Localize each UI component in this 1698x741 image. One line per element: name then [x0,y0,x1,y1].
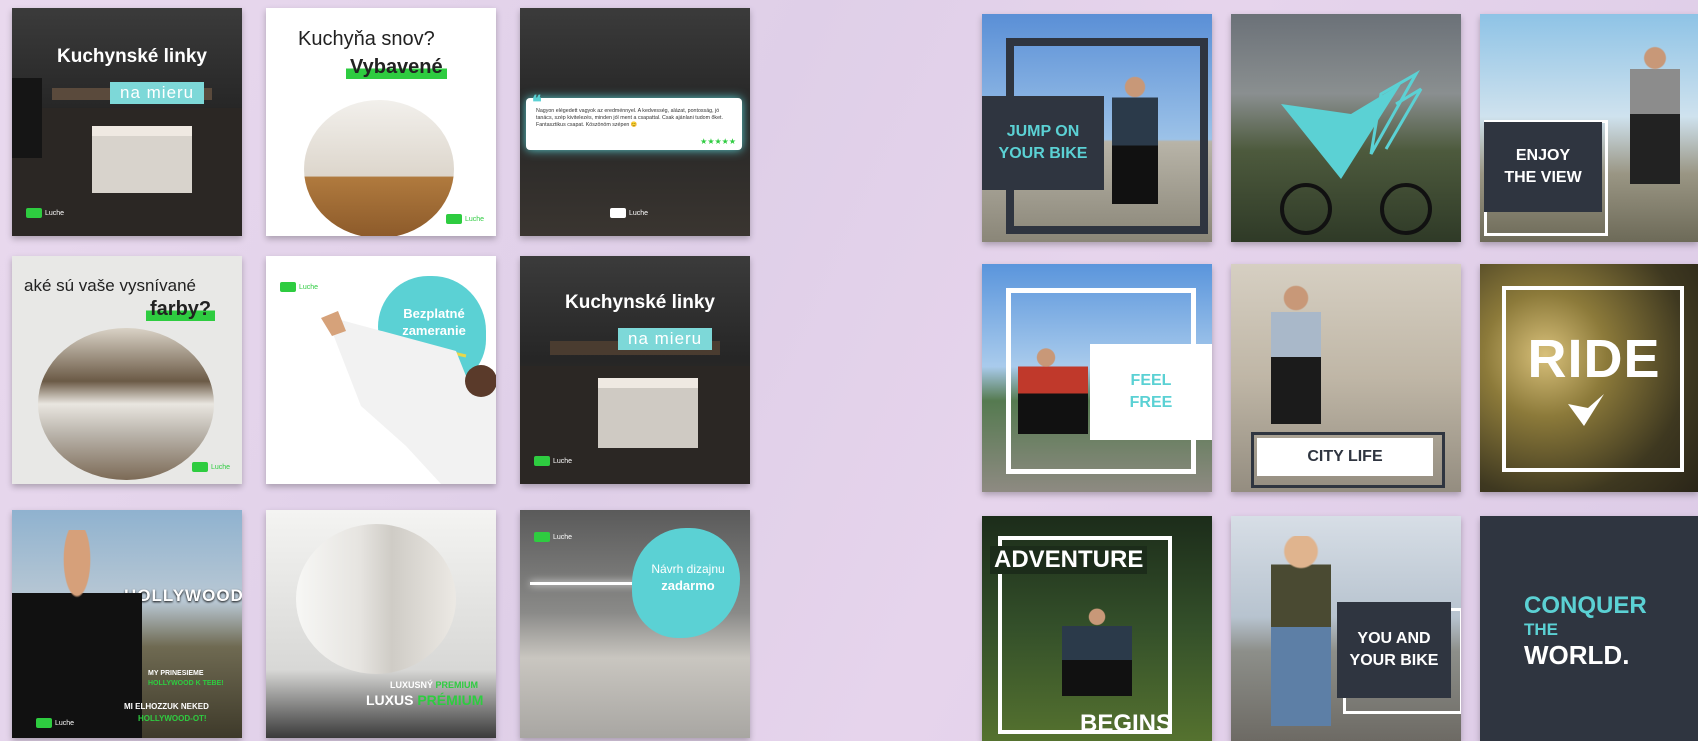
tile-title: Kuchynské linky [57,46,207,67]
brand-logo: Luche [26,208,64,218]
tile-pill: na mieru [110,82,205,104]
kitchen-post-7[interactable]: HOLLYWOOD MY PRINESIEME HOLLYWOOD K TEBE… [12,510,242,738]
logo-text: Luche [629,209,649,217]
bike-post-3[interactable]: ENJOY THE VIEW [1480,14,1698,242]
promo-line1: LUXUSNÝ PREMIUM [390,680,478,690]
bike-post-9[interactable]: CONQUER THE WORLD. [1480,516,1698,741]
kitchen-post-4[interactable]: aké sú vaše vysnívané farby? Luche [12,256,242,484]
rating-stars-icon: ★★★★★ [700,137,736,146]
cyclist-photo [1630,44,1680,184]
kitchen-scene-image [12,78,242,236]
caption-text: CITY LIFE [1307,448,1383,466]
caption-text: JUMP ON YOUR BIKE [998,123,1088,162]
brand-logo: Luche [36,718,74,728]
cyclist-photo [1018,344,1088,434]
blob-text-2: zadarmo [661,578,715,593]
headline-top: ADVENTURE [990,546,1148,574]
promo-line1: MY PRINESIEME [148,670,204,677]
tile-title: Kuchynské linky [565,292,715,313]
cyclist-photo [1062,606,1132,696]
caption-box: FEEL FREE [1090,344,1212,440]
headline-line1: aké sú vaše vysnívané [24,276,196,295]
logo-icon [534,532,550,542]
brand-logo: Luche [534,532,572,542]
headline-line2: THE [1524,620,1558,639]
bike-post-8[interactable]: YOU AND YOUR BIKE [1231,516,1461,741]
kitchen-post-5[interactable]: Luche Bezplatné zameranie [266,256,496,484]
headline-line2: Vybavené [346,56,447,79]
logo-icon [192,462,208,472]
promo-line2: LUXUS PRÉMIUM [366,692,483,708]
brand-logo: Luche [192,462,230,472]
kitchen-photo-circle [304,100,454,236]
promo-line1-accent: PREMIUM [435,680,479,690]
person-photo [1271,536,1331,726]
bike-post-1[interactable]: JUMP ON YOUR BIKE [982,14,1212,242]
caption-text: ENJOY THE VIEW [1504,147,1582,186]
promo-line4: HOLLYWOOD-OT! [138,714,207,723]
cyclist-photo [1112,74,1158,204]
kitchen-scene-image [520,341,750,484]
kitchen-post-6[interactable]: Kuchynské linky na mieru Luche [520,256,750,484]
tile-pill: na mieru [618,328,713,350]
logo-icon [36,718,52,728]
headline-line1: Kuchyňa snov? [298,28,435,50]
brand-logo: Luche [610,208,648,218]
promo-line2-accent: PRÉMIUM [417,692,484,708]
promo-line1-text: LUXUSNÝ [390,680,434,690]
brand-logo: Luche [534,456,572,466]
bike-post-2[interactable] [1231,14,1461,242]
person-photo [12,530,142,738]
logo-text: Luche [211,463,231,471]
kitchen-photo-circle [38,328,214,480]
logo-icon [534,456,550,466]
promo-line3: MI ELHOZZUK NEKED [124,702,209,711]
logo-icon [26,208,42,218]
kitchen-post-2[interactable]: Kuchyňa snov? Vybavené Luche [266,8,496,236]
headline-line3: WORLD. [1524,640,1630,670]
bike-post-6[interactable]: RIDE [1480,264,1698,492]
bike-post-4[interactable]: FEEL FREE [982,264,1212,492]
logo-icon [446,214,462,224]
caption-box: ENJOY THE VIEW [1484,122,1602,212]
caption-box: YOU AND YOUR BIKE [1337,602,1451,698]
headline-line1: CONQUER [1524,592,1647,619]
kitchen-post-8[interactable]: LUXUSNÝ PREMIUM LUXUS PRÉMIUM [266,510,496,738]
kitchen-post-3[interactable]: ❝ Nagyon elégedett vagyok az eredménnyel… [520,8,750,236]
promo-line2-text: LUXUS [366,692,414,708]
brand-swoosh-icon [1568,394,1604,426]
bathroom-photo-circle [296,524,456,674]
logo-text: Luche [45,209,65,217]
logo-text: Luche [553,457,573,465]
logo-icon [610,208,626,218]
logo-text: Luche [55,719,75,727]
brand-logo: Luche [446,214,484,224]
kitchen-post-1[interactable]: Kuchynské linky na mieru Luche [12,8,242,236]
kitchen-post-9[interactable]: Luche Návrh dizajnu zadarmo [520,510,750,738]
logo-text: Luche [553,533,573,541]
caption-text: FEEL FREE [1129,372,1173,411]
logo-text: Luche [465,215,485,223]
caption-text: YOU AND YOUR BIKE [1349,630,1439,669]
brand-swoosh-icon [1280,70,1432,235]
bike-post-7[interactable]: ADVENTURE BEGINS [982,516,1212,741]
measuring-person-image [321,311,496,484]
bike-post-5[interactable]: CITY LIFE [1231,264,1461,492]
headline-bottom: BEGINS [1080,710,1173,737]
headline-line2: farby? [146,298,216,321]
caption-box: CITY LIFE [1257,438,1433,476]
person-photo [1271,284,1321,424]
review-card: ❝ Nagyon elégedett vagyok az eredménnyel… [526,92,742,150]
blob-text-1: Návrh dizajnu [651,562,725,576]
caption-box: JUMP ON YOUR BIKE [982,96,1104,190]
promo-line2: HOLLYWOOD K TEBE! [148,680,224,687]
review-text: Nagyon elégedett vagyok az eredménnyel. … [536,108,723,128]
